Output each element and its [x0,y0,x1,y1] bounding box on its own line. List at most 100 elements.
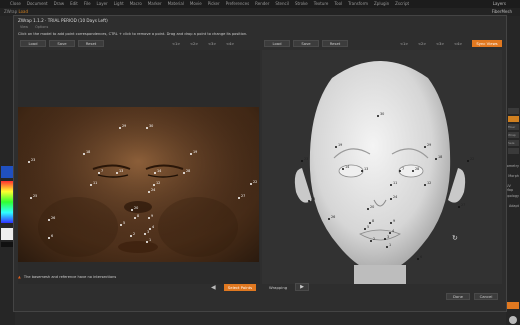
app-menu-item[interactable]: Preferences [226,1,250,6]
app-menu-item[interactable]: Tool [334,1,342,6]
rotate-icon[interactable]: ↻ [452,234,458,242]
left-save-button[interactable]: Save [49,40,75,47]
app-menu-item[interactable]: Render [255,1,269,6]
left-load-button[interactable]: Load [20,40,46,47]
correspondence-point[interactable] [386,246,388,248]
correspondence-point[interactable] [48,219,50,221]
correspondence-point[interactable] [119,127,121,129]
app-menu-item[interactable]: Transform [348,1,368,6]
app-menu-item[interactable]: Close [10,1,21,6]
correspondence-point[interactable] [412,170,414,172]
right-tab[interactable] [508,148,519,154]
correspondence-point[interactable] [399,170,401,172]
right-orange-button[interactable] [507,302,519,309]
app-menu-item[interactable]: Material [168,1,184,6]
left-nav-1[interactable]: <1> [172,42,180,46]
right-gear-icon[interactable] [509,316,517,324]
correspondence-point[interactable] [367,208,369,210]
correspondence-point[interactable] [116,172,118,174]
left-nav-4[interactable]: <4> [226,42,234,46]
correspondence-point[interactable] [370,240,372,242]
app-menu-item[interactable]: Document [27,1,48,6]
left-reset-button[interactable]: Reset [78,40,104,47]
app-menu-item[interactable]: Zplugin [374,1,389,6]
app-menu-item[interactable]: File [84,1,91,6]
correspondence-point[interactable] [146,241,148,243]
correspondence-point[interactable] [144,233,146,235]
color-gradient[interactable] [1,181,13,223]
correspondence-point[interactable] [301,160,303,162]
correspondence-point[interactable] [377,115,379,117]
right-tab-fiber[interactable]: Fiber [508,124,519,130]
correspondence-point[interactable] [131,209,133,211]
app-menu-item[interactable]: Draw [54,1,64,6]
right-save-button[interactable]: Save [293,40,319,47]
correspondence-point[interactable] [190,153,192,155]
app-menu-item[interactable]: Stroke [295,1,308,6]
correspondence-point[interactable] [183,172,185,174]
correspondence-point[interactable] [250,183,252,185]
app-menu-item[interactable]: Macro [130,1,142,6]
menu-right-label[interactable]: Layers [493,0,506,8]
correspondence-point[interactable] [335,146,337,148]
correspondence-point[interactable] [364,228,366,230]
left-nav-2[interactable]: <2> [190,42,198,46]
done-button[interactable]: Done [446,293,470,300]
app-menu-item[interactable]: Layer [97,1,108,6]
correspondence-point[interactable] [328,218,330,220]
right-nav-2[interactable]: <2> [418,42,426,46]
correspondence-point[interactable] [390,198,392,200]
correspondence-point[interactable] [146,127,148,129]
app-menu-item[interactable]: Edit [70,1,78,6]
correspondence-point[interactable] [435,158,437,160]
reference-viewport[interactable]: 30 29 19 18 23 7 13 14 28 11 12 22 25 26 24 27 20 8 9 5 4 3 2 1… [18,50,260,284]
sync-views-button[interactable]: Sync Views [472,40,502,47]
correspondence-point[interactable] [458,206,460,208]
right-nav-1[interactable]: <1> [400,42,408,46]
correspondence-point[interactable] [154,172,156,174]
menu-options[interactable]: Options [35,25,48,29]
correspondence-point[interactable] [98,172,100,174]
correspondence-point[interactable] [120,224,122,226]
right-tab[interactable] [508,108,519,114]
next-step-button[interactable]: ▶ [295,283,309,291]
app-menu-item[interactable]: Marker [148,1,162,6]
app-menu-item[interactable]: Zscript [395,1,409,6]
app-menu-item[interactable]: Stencil [275,1,289,6]
correspondence-point[interactable] [148,191,150,193]
correspondence-point[interactable] [90,184,92,186]
correspondence-point[interactable] [390,184,392,186]
right-nav-4[interactable]: <4> [454,42,462,46]
correspondence-point[interactable] [389,232,391,234]
app-menu-item[interactable]: Movie [190,1,202,6]
correspondence-point[interactable] [467,160,469,162]
correspondence-point[interactable] [148,217,150,219]
wrapping-step[interactable]: Wrapping [269,285,287,290]
correspondence-point[interactable] [361,170,363,172]
select-points-step[interactable]: Select Points [224,284,256,291]
correspondence-point[interactable] [238,197,240,199]
correspondence-point[interactable] [149,228,151,230]
correspondence-point[interactable] [424,146,426,148]
right-load-button[interactable]: Load [264,40,290,47]
correspondence-point[interactable] [390,222,392,224]
correspondence-point[interactable] [30,197,32,199]
right-tab-active[interactable] [508,116,519,122]
correspondence-point[interactable] [153,184,155,186]
basemesh-viewport[interactable]: 30 19 29 18 23 14 13 7 28 11 12 22 25 26 24 27 20 8 9 5 4 3 2 1… [262,50,502,284]
left-nav-3[interactable]: <3> [208,42,216,46]
right-label-uvmap[interactable]: UV Map [506,184,519,192]
color-black[interactable] [1,242,13,247]
menu-view[interactable]: View [20,25,28,29]
correspondence-point[interactable] [342,168,344,170]
correspondence-point[interactable] [48,237,50,239]
correspondence-point[interactable] [369,222,371,224]
correspondence-point[interactable] [417,258,419,260]
correspondence-point[interactable] [384,238,386,240]
prev-step-icon[interactable]: ◀ [211,284,216,291]
right-nav-3[interactable]: <3> [436,42,444,46]
correspondence-point[interactable] [308,200,310,202]
app-menu-item[interactable]: Picker [208,1,220,6]
correspondence-point[interactable] [130,235,132,237]
correspondence-point[interactable] [424,184,426,186]
